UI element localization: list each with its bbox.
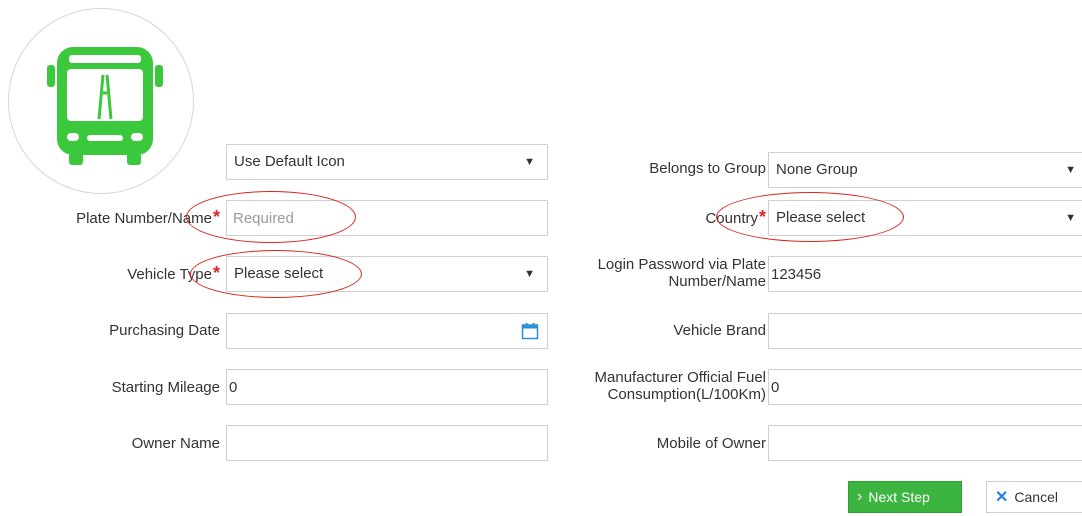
cancel-button[interactable]: ✕ Cancel — [986, 481, 1082, 513]
icon-select-value: Use Default Icon — [234, 153, 345, 170]
mobile-owner-input[interactable] — [768, 425, 1082, 461]
starting-mileage-input[interactable] — [226, 369, 548, 405]
vehicle-type-label: Vehicle Type* — [127, 263, 220, 283]
chevron-down-icon: ▼ — [1065, 212, 1076, 224]
country-label: Country* — [705, 207, 766, 227]
login-password-input[interactable] — [768, 256, 1082, 292]
owner-name-label: Owner Name — [131, 435, 220, 452]
calendar-icon[interactable] — [521, 322, 539, 340]
mobile-owner-label: Mobile of Owner — [656, 435, 766, 452]
plate-number-input[interactable] — [226, 200, 548, 236]
next-step-label: Next Step — [868, 489, 930, 505]
purchasing-date-label: Purchasing Date — [109, 322, 220, 339]
chevron-down-icon: ▼ — [524, 268, 535, 280]
vehicle-type-value: Please select — [234, 265, 324, 282]
close-icon: ✕ — [995, 489, 1009, 506]
vehicle-brand-input[interactable] — [768, 313, 1082, 349]
vehicle-icon-avatar[interactable] — [8, 8, 194, 194]
vehicle-brand-label: Vehicle Brand — [673, 322, 766, 339]
plate-label: Plate Number/Name* — [76, 207, 220, 227]
login-password-label: Login Password via Plate Number/Name — [597, 256, 766, 290]
fuel-consumption-input[interactable] — [768, 369, 1082, 405]
group-label: Belongs to Group — [649, 160, 766, 177]
vehicle-type-select[interactable]: Please select ▼ — [226, 256, 548, 292]
owner-name-input[interactable] — [226, 425, 548, 461]
country-select[interactable]: Please select ▼ — [768, 200, 1082, 236]
group-select-value: None Group — [776, 161, 858, 178]
fuel-consumption-label: Manufacturer Official Fuel Consumption(L… — [594, 369, 766, 403]
chevron-down-icon: ▼ — [524, 156, 535, 168]
bus-icon — [47, 47, 163, 165]
next-step-button[interactable]: › Next Step — [848, 481, 962, 513]
icon-select[interactable]: Use Default Icon ▼ — [226, 144, 548, 180]
purchasing-date-input[interactable] — [226, 313, 548, 349]
starting-mileage-label: Starting Mileage — [111, 379, 220, 396]
country-select-value: Please select — [776, 209, 866, 226]
chevron-down-icon: ▼ — [1065, 164, 1076, 176]
chevron-right-icon: › — [857, 488, 863, 505]
group-select[interactable]: None Group ▼ — [768, 152, 1082, 188]
cancel-label: Cancel — [1014, 489, 1058, 505]
